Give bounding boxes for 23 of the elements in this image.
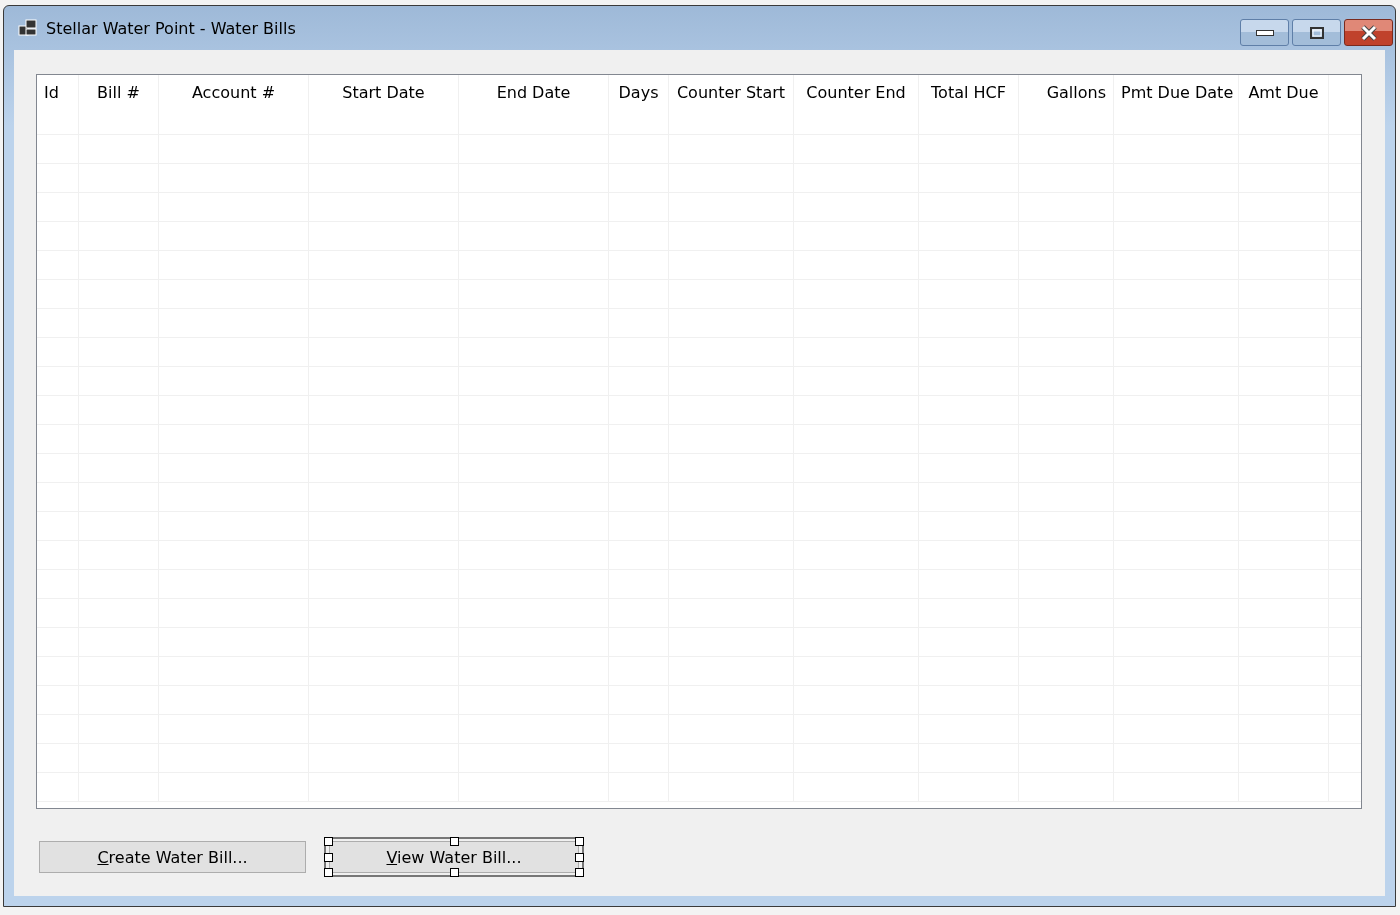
minimize-button[interactable] bbox=[1240, 19, 1289, 46]
maximize-button[interactable] bbox=[1292, 19, 1341, 46]
close-button[interactable] bbox=[1344, 19, 1393, 46]
column-header[interactable]: Total HCF bbox=[931, 83, 1006, 102]
column-header[interactable]: Gallons bbox=[1046, 83, 1106, 102]
column-header[interactable]: Counter End bbox=[806, 83, 906, 102]
form-button[interactable]: Create Water Bill... bbox=[39, 841, 306, 873]
column-header[interactable]: Id bbox=[44, 83, 59, 102]
app-icon bbox=[18, 19, 38, 37]
column-header[interactable]: Pmt Due Date bbox=[1121, 83, 1234, 102]
resize-handle[interactable] bbox=[450, 868, 459, 877]
column-header[interactable]: Account # bbox=[191, 83, 276, 102]
maximize-icon bbox=[1309, 26, 1324, 39]
column-header[interactable]: End Date bbox=[496, 83, 571, 102]
column-header[interactable]: Days bbox=[618, 83, 659, 102]
close-icon bbox=[1359, 24, 1378, 41]
column-header[interactable]: Start Date bbox=[342, 83, 425, 102]
window-title: Stellar Water Point - Water Bills bbox=[46, 18, 297, 38]
column-header[interactable]: Bill # bbox=[97, 83, 140, 102]
resize-handle[interactable] bbox=[450, 837, 459, 846]
minimize-icon bbox=[1255, 29, 1274, 36]
column-header[interactable]: Amt Due bbox=[1248, 83, 1319, 102]
column-header[interactable]: Counter Start bbox=[676, 83, 786, 102]
